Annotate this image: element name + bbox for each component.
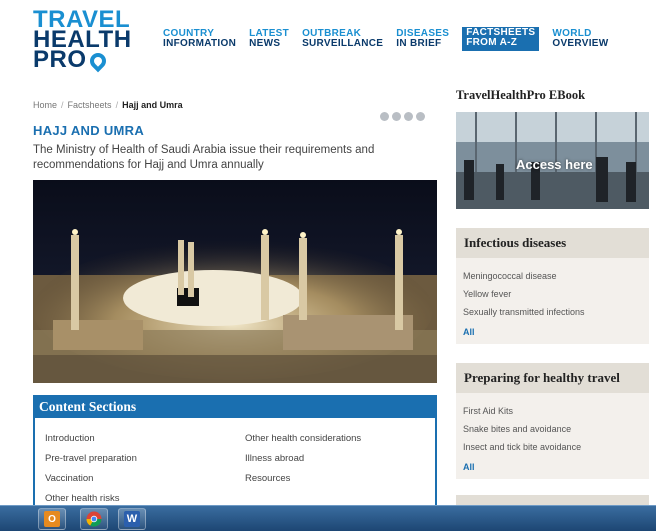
nav-label-bottom: FROM A-Z bbox=[466, 37, 518, 48]
content-sections-heading: Content Sections bbox=[33, 395, 437, 418]
travel-health-pro-logo[interactable]: TRAVEL HEALTH PRO bbox=[33, 8, 132, 73]
logo-line-3-text: PRO bbox=[33, 46, 87, 73]
panel-list: First Aid Kits Snake bites and avoidance… bbox=[456, 393, 649, 462]
print-icon[interactable] bbox=[380, 112, 389, 121]
nav-label-bottom: OVERVIEW bbox=[552, 38, 609, 49]
section-link-pre-travel-preparation[interactable]: Pre-travel preparation bbox=[45, 449, 245, 469]
section-link-other-health-considerations[interactable]: Other health considerations bbox=[245, 429, 435, 449]
infectious-diseases-panel: Infectious diseases Meningococcal diseas… bbox=[456, 228, 649, 344]
breadcrumb-factsheets[interactable]: Factsheets bbox=[68, 100, 112, 110]
ebook-banner[interactable]: Access here bbox=[456, 112, 649, 209]
section-link-vaccination[interactable]: Vaccination bbox=[45, 469, 245, 489]
panel-link-meningococcal[interactable]: Meningococcal disease bbox=[463, 267, 642, 285]
logo-line-3: PRO bbox=[33, 46, 132, 73]
breadcrumb-separator: / bbox=[61, 100, 64, 110]
panel-heading: Preparing for healthy travel bbox=[456, 363, 649, 393]
ebook-access-link[interactable]: Access here bbox=[516, 157, 593, 172]
chrome-icon bbox=[86, 511, 102, 527]
breadcrumb-current: Hajj and Umra bbox=[122, 100, 183, 110]
site-header: TRAVEL HEALTH PRO COUNTRY INFORMATION LA… bbox=[0, 0, 656, 88]
share-icons bbox=[380, 112, 428, 121]
nav-factsheets-a-z[interactable]: FACTSHEETS FROM A-Z bbox=[462, 27, 540, 51]
windows-taskbar: O W bbox=[0, 505, 656, 531]
panel-heading: Infectious diseases bbox=[456, 228, 649, 258]
facebook-icon[interactable] bbox=[392, 112, 401, 121]
panel-all-link[interactable]: All bbox=[456, 462, 649, 480]
breadcrumb: Home / Factsheets / Hajj and Umra bbox=[33, 100, 183, 110]
mecca-night-illustration bbox=[33, 180, 437, 383]
main-nav: COUNTRY INFORMATION LATEST NEWS OUTBREAK… bbox=[163, 27, 622, 51]
ebook-title: TravelHealthPro EBook bbox=[456, 88, 586, 102]
panel-link-yellow-fever[interactable]: Yellow fever bbox=[463, 285, 642, 303]
nav-label-bottom: NEWS bbox=[249, 38, 281, 49]
email-icon[interactable] bbox=[416, 112, 425, 121]
panel-all-link[interactable]: All bbox=[456, 327, 649, 345]
nav-diseases-in-brief[interactable]: DISEASES IN BRIEF bbox=[396, 29, 449, 51]
healthy-travel-panel: Preparing for healthy travel First Aid K… bbox=[456, 363, 649, 479]
section-link-illness-abroad[interactable]: Illness abroad bbox=[245, 449, 435, 469]
nav-label-bottom: SURVEILLANCE bbox=[302, 38, 384, 49]
panel-link-sti[interactable]: Sexually transmitted infections bbox=[463, 303, 642, 321]
section-link-resources[interactable]: Resources bbox=[245, 469, 435, 489]
nav-world-overview[interactable]: WORLD OVERVIEW bbox=[552, 29, 608, 51]
panel-link-snake-bites[interactable]: Snake bites and avoidance bbox=[463, 420, 642, 438]
page-intro: The Ministry of Health of Saudi Arabia i… bbox=[33, 144, 375, 171]
nav-label-bottom: INFORMATION bbox=[163, 38, 237, 49]
section-link-introduction[interactable]: Introduction bbox=[45, 429, 245, 449]
panel-link-first-aid[interactable]: First Aid Kits bbox=[463, 402, 642, 420]
hajj-mecca-photo bbox=[33, 180, 437, 383]
nav-country-information[interactable]: COUNTRY INFORMATION bbox=[163, 29, 236, 51]
twitter-icon[interactable] bbox=[404, 112, 413, 121]
outlook-icon: O bbox=[44, 511, 60, 527]
nav-label-bottom: IN BRIEF bbox=[396, 38, 442, 49]
panel-list: Meningococcal disease Yellow fever Sexua… bbox=[456, 258, 649, 327]
breadcrumb-home[interactable]: Home bbox=[33, 100, 57, 110]
panel-link-insect-bites[interactable]: Insect and tick bite avoidance bbox=[463, 438, 642, 456]
content-sections-list: Introduction Other health considerations… bbox=[35, 418, 435, 509]
nav-outbreak-surveillance[interactable]: OUTBREAK SURVEILLANCE bbox=[302, 29, 383, 51]
location-pin-icon bbox=[86, 49, 109, 73]
word-taskbar-button[interactable]: W bbox=[118, 508, 146, 530]
breadcrumb-separator: / bbox=[115, 100, 119, 110]
chrome-taskbar-button[interactable] bbox=[80, 508, 108, 530]
outlook-taskbar-button[interactable]: O bbox=[38, 508, 66, 530]
page-title: HAJJ AND UMRA bbox=[33, 123, 145, 138]
word-icon: W bbox=[124, 511, 140, 527]
nav-latest-news[interactable]: LATEST NEWS bbox=[249, 29, 289, 51]
